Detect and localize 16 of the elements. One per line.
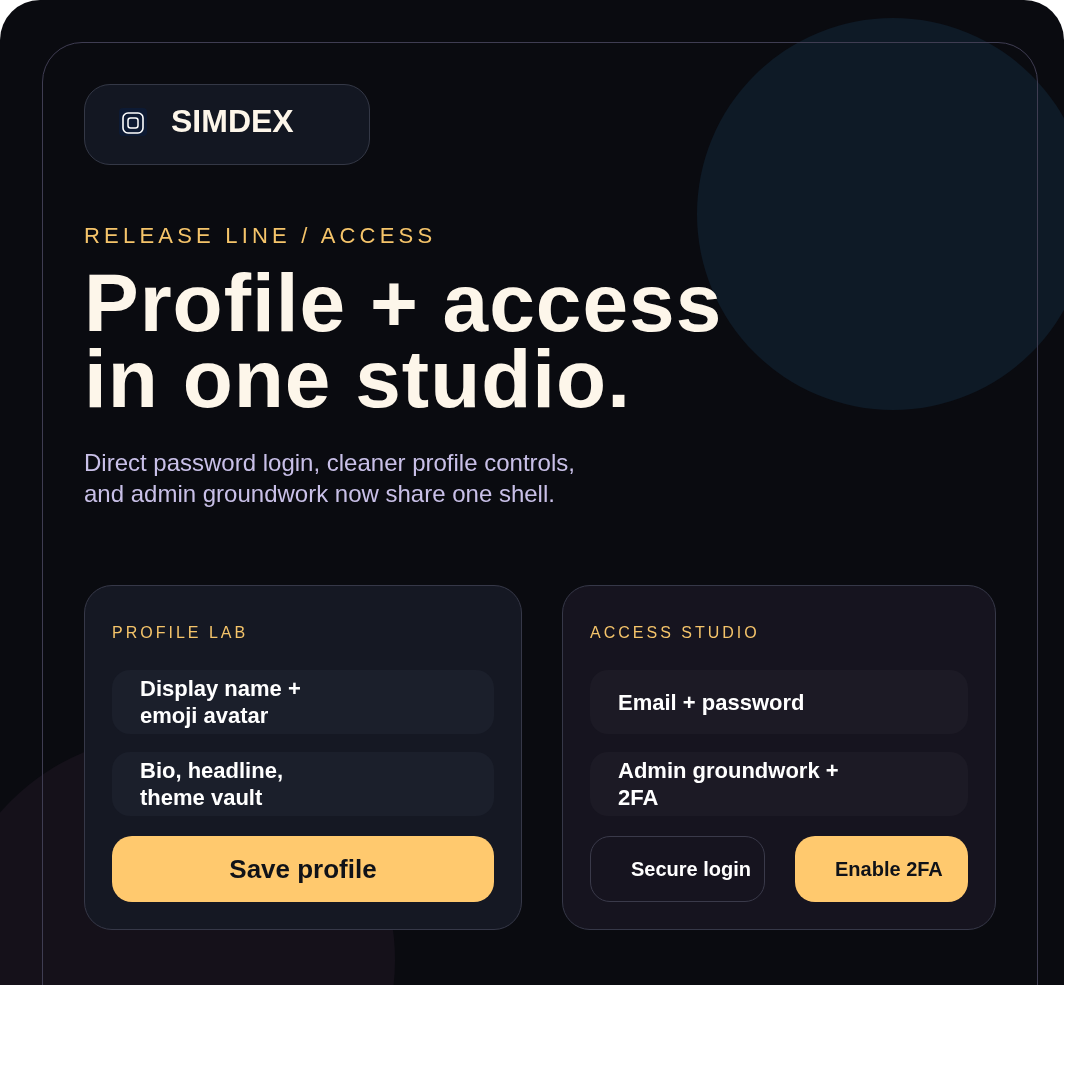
subtitle: and admin groundwork now share one shell.: [84, 479, 556, 509]
subtitle: Direct password login, cleaner profile controls,: [84, 448, 576, 478]
primary-button[interactable]: Enable 2FA: [795, 836, 968, 902]
brand-name: SIMDEX: [171, 103, 294, 140]
eyebrow-label: RELEASE LINE / ACCESS: [84, 223, 438, 249]
feature-item: Admin groundwork + 2FA: [590, 752, 968, 816]
feature-item: Display name + emoji avatar: [112, 670, 494, 734]
app-logo-icon: [119, 107, 147, 136]
feature-item: Email + password: [590, 670, 968, 734]
headline: Profile + access: [84, 265, 724, 341]
card-title: ACCESS STUDIO: [590, 624, 761, 642]
primary-button[interactable]: Save profile: [112, 836, 494, 902]
headline: in one studio.: [84, 341, 632, 417]
card-title: PROFILE LAB: [112, 624, 250, 642]
feature-item: Bio, headline, theme vault: [112, 752, 494, 816]
secondary-button[interactable]: Secure login: [590, 836, 765, 902]
